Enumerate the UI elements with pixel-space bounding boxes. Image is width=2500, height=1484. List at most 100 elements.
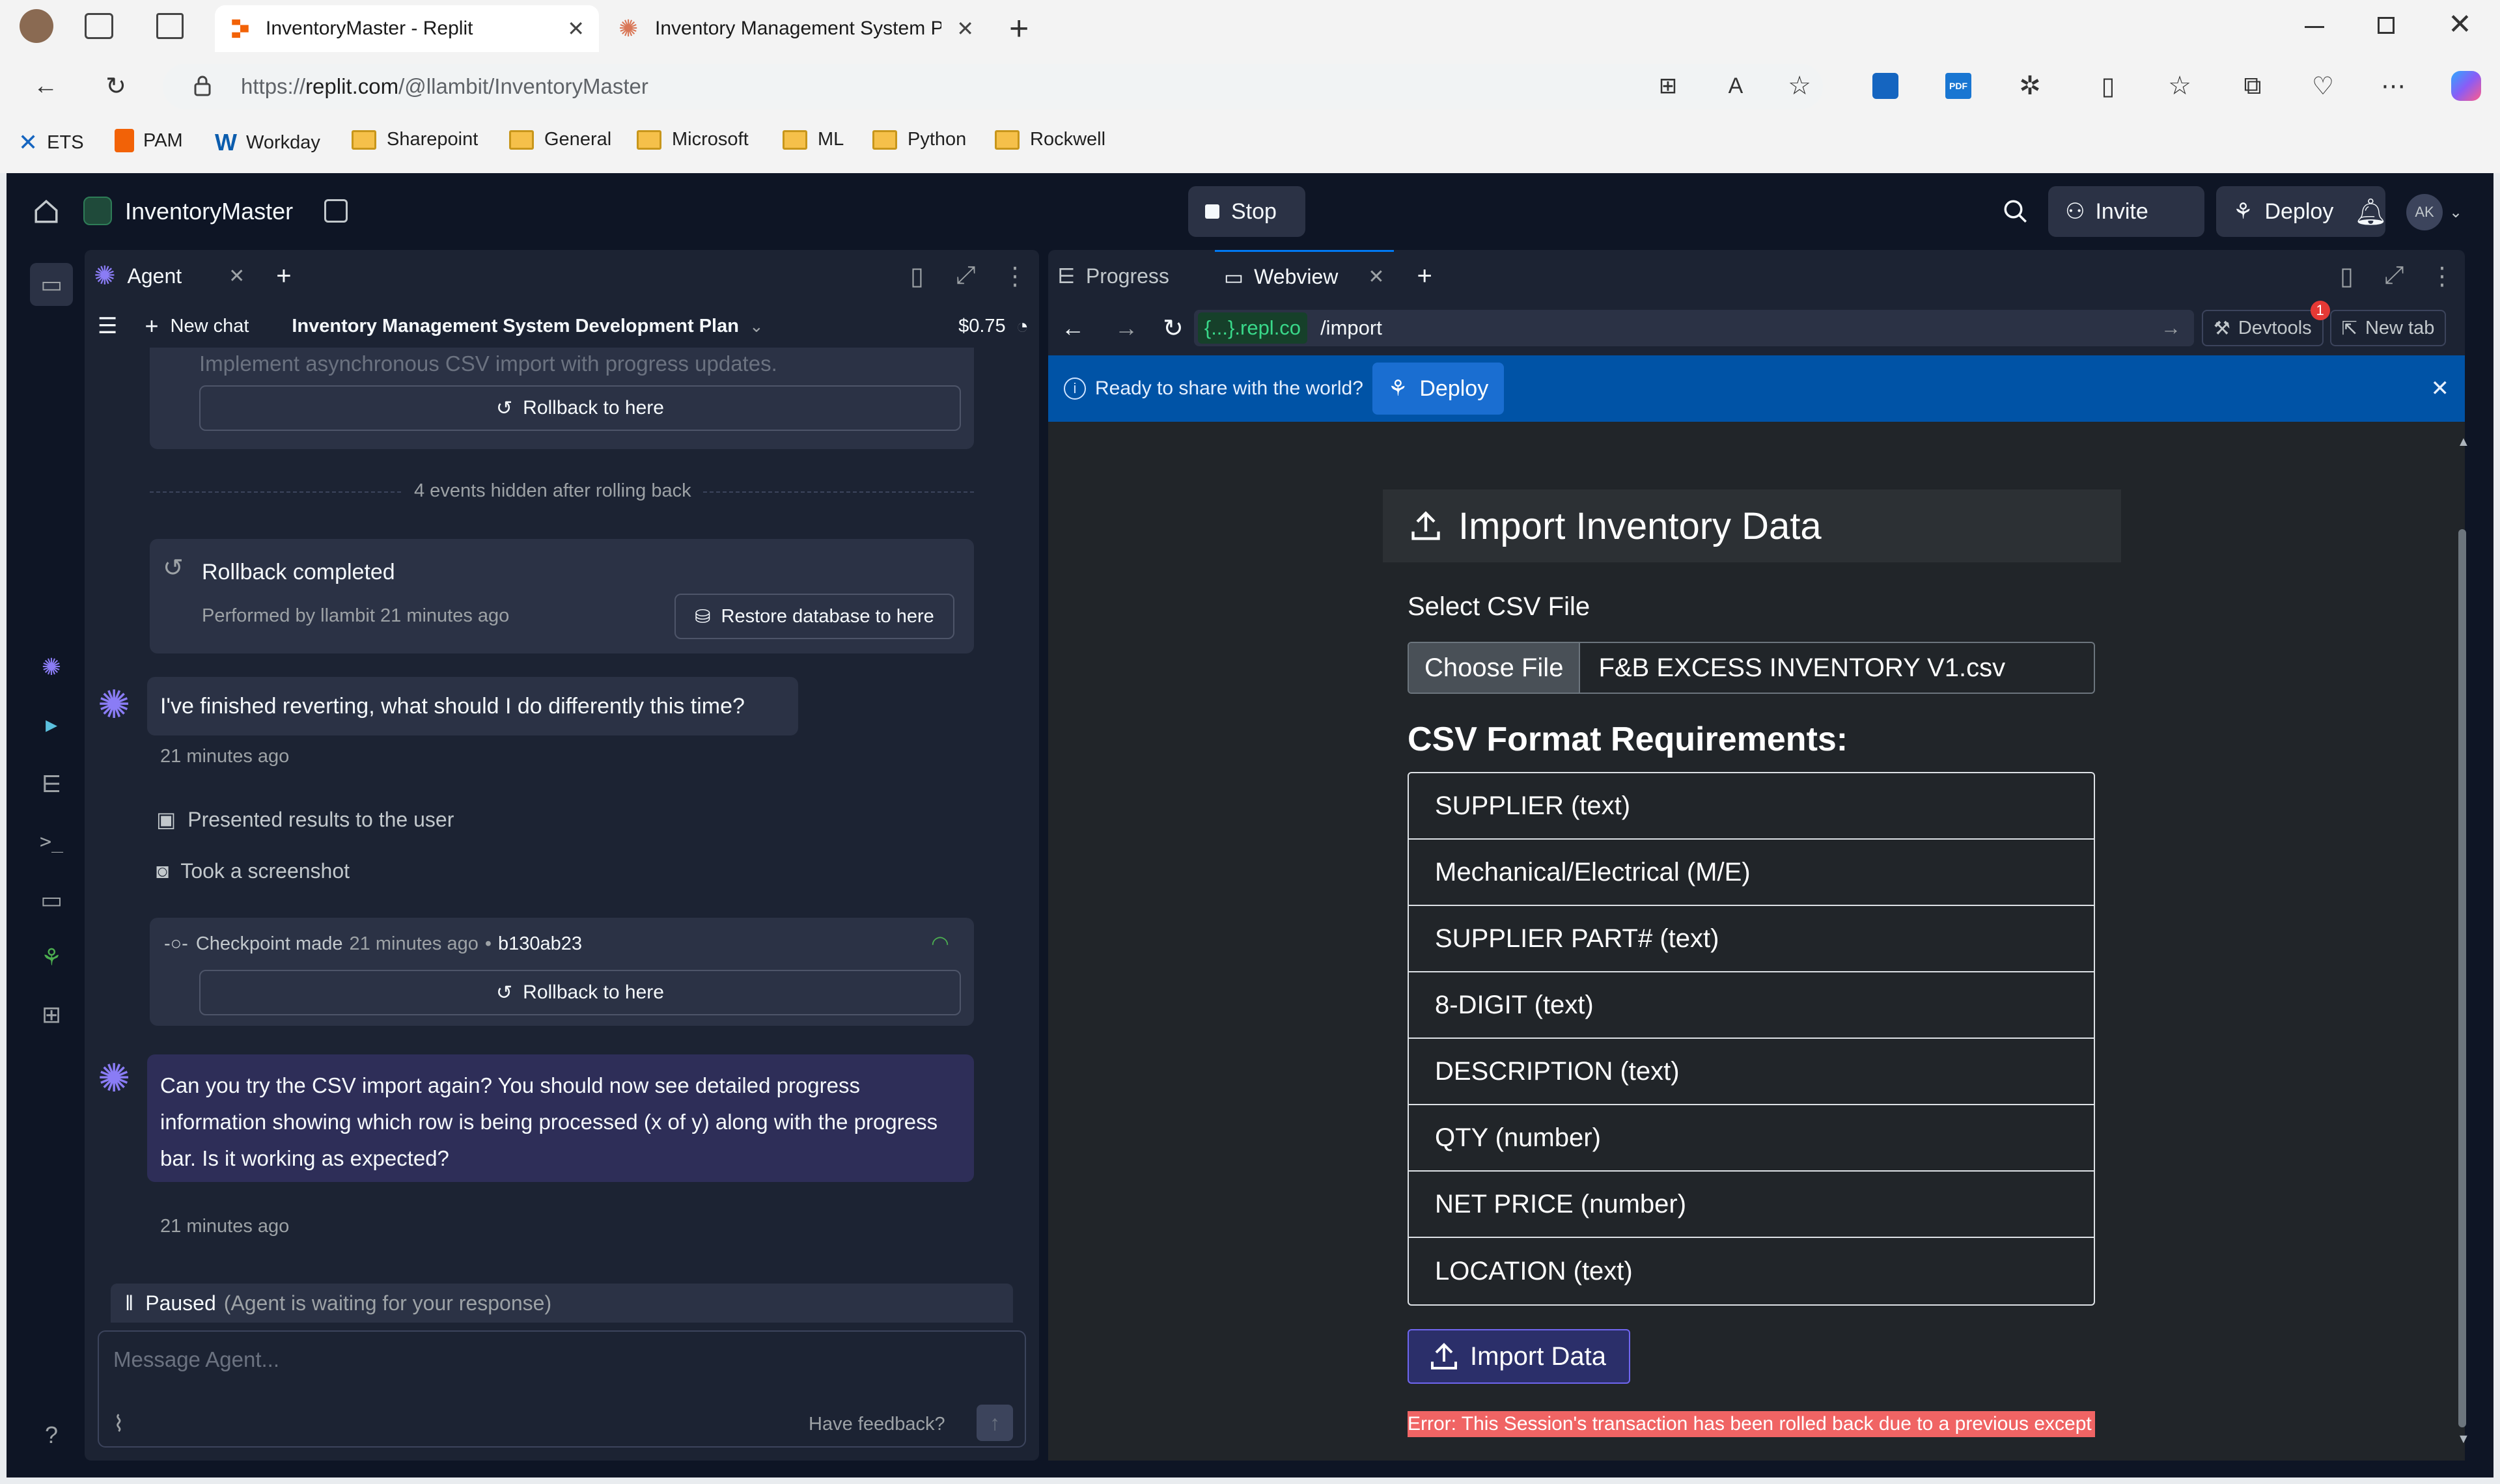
checkpoint-info: -○- Checkpoint made 21 minutes ago • b13…	[164, 933, 583, 954]
tab-title: InventoryMaster - Replit	[266, 18, 473, 39]
close-tab-icon[interactable]: ✕	[956, 16, 974, 41]
bookmark-python[interactable]: Python	[872, 129, 966, 150]
user-avatar[interactable]: AK ⌄	[2406, 194, 2462, 230]
search-icon[interactable]	[2002, 198, 2029, 225]
import-data-button[interactable]: Import Data	[1408, 1329, 1630, 1384]
bookmark-rockwell[interactable]: Rockwell	[995, 129, 1105, 150]
bookmark-ets[interactable]: ✕ ETS	[18, 129, 84, 156]
usage-gauge-icon[interactable]: ◔	[1016, 314, 1029, 338]
message-input[interactable]: Message Agent...	[113, 1347, 279, 1372]
browser-tab-inventory[interactable]: ✺ Inventory Management System P ✕	[604, 5, 988, 52]
bookmark-sharepoint[interactable]: Sharepoint	[352, 129, 478, 150]
reload-icon[interactable]: ↻	[1163, 314, 1184, 343]
restore-icon[interactable]	[2378, 17, 2395, 34]
invite-button[interactable]: ⚇ Invite	[2048, 186, 2204, 237]
reload-icon[interactable]: ↻	[95, 65, 137, 107]
copilot-icon[interactable]	[2445, 65, 2487, 107]
feedback-link[interactable]: Have feedback?	[809, 1414, 945, 1435]
agent-rail-icon[interactable]: ✺	[38, 653, 65, 681]
app-available-icon[interactable]: ⊞	[1647, 65, 1689, 107]
tab-webview[interactable]: ▭ Webview ✕	[1214, 250, 1394, 302]
help-icon[interactable]: ?	[38, 1422, 65, 1449]
chevron-down-icon[interactable]: ⌄	[749, 316, 764, 337]
choose-file-button[interactable]: Choose File	[1409, 643, 1581, 693]
read-aloud-icon[interactable]: A	[1715, 65, 1757, 107]
webview-url-bar[interactable]: {...}.repl.co /import →	[1193, 310, 2194, 346]
devtools-button[interactable]: ⚒ Devtools 1	[2201, 301, 2330, 346]
split-pane-icon[interactable]: ▯	[910, 262, 924, 291]
new-tab-button[interactable]: ⇱ New tab	[2329, 310, 2447, 346]
bookmark-general[interactable]: General	[509, 129, 611, 150]
file-explorer-icon[interactable]: ▭	[30, 263, 73, 306]
more-options-icon[interactable]: ⋯	[2372, 65, 2414, 107]
new-tab-icon[interactable]: +	[1009, 9, 1029, 48]
close-tab-icon[interactable]: ✕	[1368, 266, 1384, 288]
bookmark-pam[interactable]: PAM	[115, 129, 183, 152]
message-input-box[interactable]: Message Agent... ⌇ Have feedback? ↑	[98, 1330, 1026, 1448]
add-tab-icon[interactable]: +	[1417, 262, 1432, 291]
minimize-icon[interactable]	[2305, 26, 2324, 28]
action-presented-results[interactable]: ▣ Presented results to the user	[156, 807, 454, 832]
tab-actions-icon[interactable]	[156, 13, 184, 39]
pdf-extension-icon[interactable]: PDF	[1938, 65, 1979, 107]
project-name[interactable]: InventoryMaster	[125, 198, 293, 225]
rollback-button[interactable]: ↺ Rollback to here	[199, 970, 961, 1015]
pam-icon	[115, 129, 134, 152]
requirements-list: SUPPLIER (text) Mechanical/Electrical (M…	[1408, 772, 2095, 1306]
file-input[interactable]: Choose File F&B EXCESS INVENTORY V1.csv	[1408, 642, 2095, 694]
add-tab-icon[interactable]: +	[276, 262, 291, 291]
back-icon[interactable]: ←	[1061, 314, 1085, 342]
stop-button[interactable]: Stop	[1188, 186, 1305, 237]
go-arrow-icon[interactable]: →	[2161, 316, 2181, 340]
close-tab-icon[interactable]: ✕	[229, 265, 245, 288]
rollback-button[interactable]: ↺ Rollback to here	[199, 385, 961, 431]
assistant-rail-icon[interactable]: ▸	[38, 711, 65, 738]
collections-icon[interactable]: ⧉	[2232, 65, 2273, 107]
new-chat-button[interactable]: New chat	[171, 316, 249, 337]
bookmark-workday[interactable]: W Workday	[215, 129, 320, 156]
restore-database-button[interactable]: ⛁ Restore database to here	[674, 594, 954, 639]
chat-scroll-area[interactable]: Implement asynchronous CSV import with p…	[85, 348, 1039, 1291]
workspaces-icon[interactable]	[85, 13, 113, 39]
split-pane-icon[interactable]: ▯	[2340, 262, 2354, 291]
all-tools-icon[interactable]: ⊞	[38, 1001, 65, 1028]
send-button[interactable]: ↑	[977, 1405, 1013, 1441]
close-tab-icon[interactable]: ✕	[567, 16, 585, 41]
shell-rail-icon[interactable]: >_	[38, 828, 65, 855]
forward-icon[interactable]: →	[1115, 314, 1138, 342]
maximize-icon[interactable]: ⤢	[2384, 262, 2404, 290]
chat-title[interactable]: Inventory Management System Development …	[292, 316, 739, 337]
agent-tab-label[interactable]: Agent	[128, 264, 182, 288]
progress-rail-icon[interactable]: ⋿	[38, 771, 65, 798]
browser-tab-replit[interactable]: InventoryMaster - Replit ✕	[215, 5, 599, 52]
favorite-star-icon[interactable]: ☆	[1779, 65, 1820, 107]
split-screen-icon[interactable]: ▯	[2087, 65, 2129, 107]
tab-progress[interactable]: ⋿ Progress	[1057, 264, 1169, 288]
requirement-item: LOCATION (text)	[1435, 1256, 1633, 1285]
bookmark-microsoft[interactable]: Microsoft	[637, 129, 749, 150]
chat-history-icon[interactable]: ☰	[98, 313, 117, 339]
profile-avatar[interactable]	[20, 9, 53, 43]
home-icon[interactable]	[33, 198, 60, 225]
notifications-bell-icon[interactable]: 🔔︎	[2354, 197, 2387, 227]
scrollbar[interactable]: ▲ ▼	[2457, 435, 2470, 1446]
favorites-icon[interactable]: ☆	[2159, 65, 2201, 107]
address-bar[interactable]: https:// replit.com /@llambit/InventoryM…	[163, 64, 1823, 109]
attach-paperclip-icon[interactable]: ⌇	[113, 1411, 124, 1437]
close-window-icon[interactable]: ✕	[2448, 8, 2472, 41]
new-chat-plus-icon[interactable]: +	[145, 312, 158, 340]
deployments-rail-icon[interactable]: ⚘	[38, 944, 65, 971]
more-vertical-icon[interactable]: ⋮	[1003, 262, 1027, 291]
browser-essentials-icon[interactable]: ♡	[2302, 65, 2344, 107]
maximize-icon[interactable]: ⤢	[956, 262, 975, 290]
bookmark-ml[interactable]: ML	[783, 129, 844, 150]
webview-rail-icon[interactable]: ▭	[38, 886, 65, 914]
banner-deploy-button[interactable]: ⚘ Deploy	[1372, 363, 1505, 415]
more-vertical-icon[interactable]: ⋮	[2430, 262, 2454, 291]
close-banner-icon[interactable]: ✕	[2431, 376, 2450, 402]
action-took-screenshot[interactable]: ◙ Took a screenshot	[156, 859, 350, 883]
extensions-icon[interactable]: ✲	[2009, 65, 2051, 107]
project-details-icon[interactable]	[324, 199, 348, 223]
extension-blue-icon[interactable]	[1865, 65, 1906, 107]
back-icon[interactable]: ←	[25, 65, 66, 107]
